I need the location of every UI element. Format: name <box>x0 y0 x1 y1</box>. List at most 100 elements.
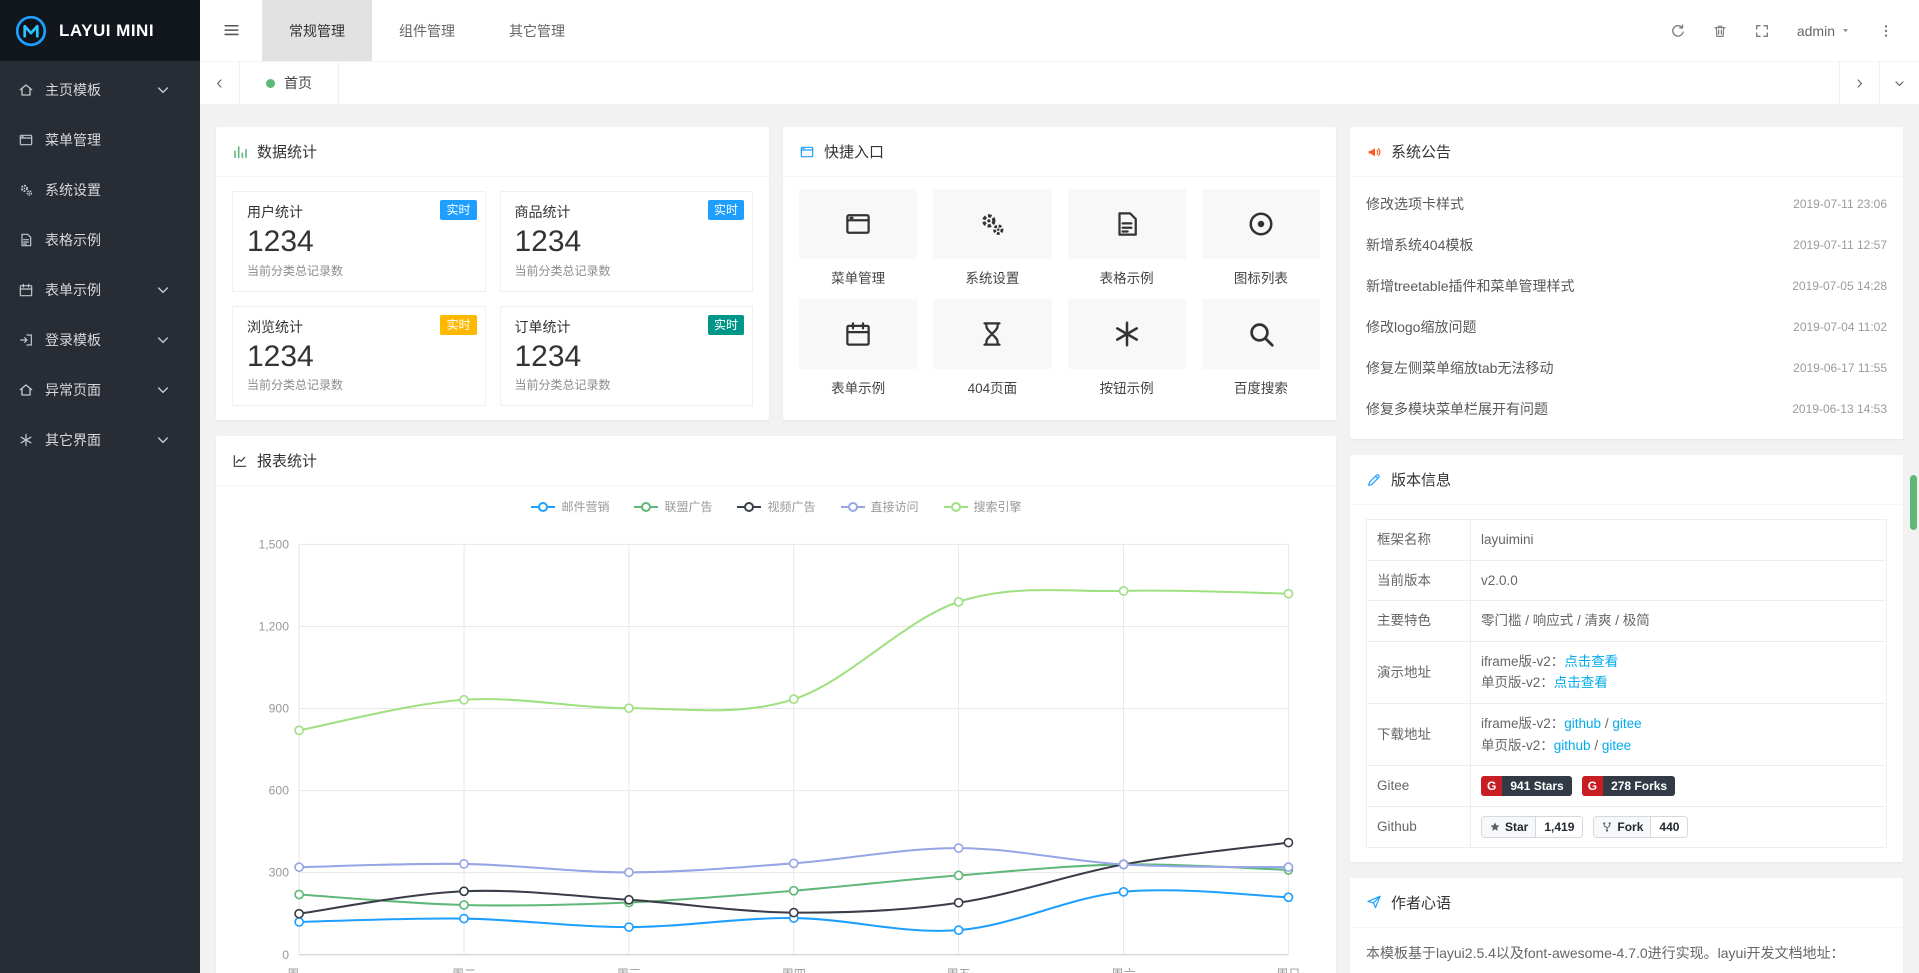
report-chart-svg: 03006009001,2001,500周一周二周三周四周五周六周日 <box>226 519 1326 973</box>
quick-iconbox <box>1202 299 1320 369</box>
version-table: 框架名称layuimini当前版本v2.0.0主要特色零门槛 / 响应式 / 清… <box>1366 519 1887 848</box>
quick-item-3[interactable]: 图标列表 <box>1202 189 1320 287</box>
legend-label: 邮件营销 <box>561 498 609 515</box>
version-label: 框架名称 <box>1367 520 1471 561</box>
sidebar-item-2[interactable]: 系统设置 <box>0 165 200 215</box>
sidebar-menu: 主页模板 菜单管理 系统设置 表格示例 表单示例 登录模板 异常页面 其它界面 <box>0 61 200 465</box>
quick-label: 菜单管理 <box>799 267 917 287</box>
notice-item[interactable]: 新增系统404模板 2019-07-11 12:57 <box>1366 224 1887 265</box>
page: LAYUI MINI 主页模板 菜单管理 系统设置 表格示例 表单示例 登录模板… <box>0 0 1919 973</box>
report-header: 报表统计 <box>216 436 1336 486</box>
github-badge[interactable]: Star1,419 <box>1481 816 1583 838</box>
refresh-button[interactable] <box>1657 0 1699 61</box>
version-value: 零门槛 / 响应式 / 清爽 / 极简 <box>1481 613 1650 628</box>
realtime-badge: 实时 <box>440 200 476 220</box>
realtime-badge: 实时 <box>440 315 476 335</box>
card-report: 报表统计 邮件营销 联盟广告 视频广告 直接访问 搜索引擎 0300600900… <box>216 436 1336 973</box>
sidebar-toggle-button[interactable] <box>200 0 262 61</box>
megaphone-icon <box>1366 144 1382 160</box>
stat-value: 1234 <box>247 338 471 376</box>
quick-item-5[interactable]: 404页面 <box>933 299 1051 397</box>
header-tab-1[interactable]: 组件管理 <box>372 0 482 61</box>
gitee-badge[interactable]: G941 Stars <box>1481 776 1572 796</box>
tab-scroll-right-button[interactable] <box>1839 62 1879 104</box>
tab-scroll-left-button[interactable] <box>200 62 240 104</box>
fullscreen-button[interactable] <box>1741 0 1783 61</box>
active-tab-dot <box>266 79 275 88</box>
gitee-badge[interactable]: G278 Forks <box>1582 776 1675 796</box>
left-zone: 数据统计 用户统计 1234 当前分类总记录数 实时 商品统计 1234 当前分… <box>216 127 1336 973</box>
notice-item[interactable]: 新增treetable插件和菜单管理样式 2019-07-05 14:28 <box>1366 265 1887 306</box>
more-menu-button[interactable] <box>1865 0 1907 61</box>
report-chart: 03006009001,2001,500周一周二周三周四周五周六周日 <box>216 517 1336 973</box>
legend-mark-icon <box>530 501 556 513</box>
legend-item-3[interactable]: 直接访问 <box>840 498 919 515</box>
version-label: 演示地址 <box>1367 641 1471 703</box>
chevron-right-icon <box>1853 77 1866 90</box>
data-stats-title: 数据统计 <box>257 141 317 162</box>
sidebar-item-label: 菜单管理 <box>45 130 101 150</box>
quick-item-0[interactable]: 菜单管理 <box>799 189 917 287</box>
sidebar-item-7[interactable]: 其它界面 <box>0 415 200 465</box>
quick-item-2[interactable]: 表格示例 <box>1068 189 1186 287</box>
author-body: 本模板基于layui2.5.4以及font-awesome-4.7.0进行实现。… <box>1350 928 1903 973</box>
header-tab-0[interactable]: 常规管理 <box>262 0 372 61</box>
stat-desc: 当前分类总记录数 <box>247 262 471 279</box>
svg-text:0: 0 <box>282 948 289 962</box>
sidebar-item-4[interactable]: 表单示例 <box>0 265 200 315</box>
version-link-line: 单页版-v2：github / gitee <box>1481 735 1876 757</box>
version-link[interactable]: 点击查看 <box>1554 675 1608 690</box>
notice-text: 修复左侧菜单缩放tab无法移动 <box>1366 358 1553 378</box>
card-version: 版本信息 框架名称layuimini当前版本v2.0.0主要特色零门槛 / 响应… <box>1350 455 1903 862</box>
legend-item-2[interactable]: 视频广告 <box>736 498 815 515</box>
sidebar-item-0[interactable]: 主页模板 <box>0 65 200 115</box>
legend-mark-icon <box>943 501 969 513</box>
quick-item-1[interactable]: 系统设置 <box>933 189 1051 287</box>
quick-item-4[interactable]: 表单示例 <box>799 299 917 397</box>
notice-text: 修改logo缩放问题 <box>1366 317 1476 337</box>
quick-grid: 菜单管理 系统设置 表格示例 图标列表 表单示例 404页面 按钮示例 百度搜索 <box>783 177 1336 409</box>
svg-text:600: 600 <box>269 784 290 798</box>
legend-item-4[interactable]: 搜索引擎 <box>943 498 1022 515</box>
github-badge[interactable]: Fork440 <box>1593 816 1688 838</box>
chevron-down-icon <box>155 332 171 348</box>
version-link[interactable]: 点击查看 <box>1564 654 1618 669</box>
chevron-down-icon <box>155 432 171 448</box>
notice-item[interactable]: 修复左侧菜单缩放tab无法移动 2019-06-17 11:55 <box>1366 347 1887 388</box>
clear-cache-button[interactable] <box>1699 0 1741 61</box>
sidebar-item-6[interactable]: 异常页面 <box>0 365 200 415</box>
version-link[interactable]: gitee <box>1612 716 1641 731</box>
stat-desc: 当前分类总记录数 <box>515 376 739 393</box>
author-text: 本模板基于layui2.5.4以及font-awesome-4.7.0进行实现。… <box>1366 945 1844 961</box>
version-row: 当前版本v2.0.0 <box>1367 560 1887 601</box>
sidebar-item-1[interactable]: 菜单管理 <box>0 115 200 165</box>
home-icon <box>18 382 34 398</box>
notice-item[interactable]: 修复多模块菜单栏展开有问题 2019-06-13 14:53 <box>1366 388 1887 429</box>
legend-label: 联盟广告 <box>664 498 712 515</box>
quick-item-6[interactable]: 按钮示例 <box>1068 299 1186 397</box>
version-link[interactable]: github <box>1564 716 1601 731</box>
main-area: 常规管理组件管理其它管理 admin 首页 <box>200 0 1919 973</box>
notice-item[interactable]: 修改logo缩放问题 2019-07-04 11:02 <box>1366 306 1887 347</box>
author-header: 作者心语 <box>1350 878 1903 928</box>
notice-text: 新增treetable插件和菜单管理样式 <box>1366 276 1574 296</box>
version-link[interactable]: github <box>1554 738 1591 753</box>
refresh-icon <box>1670 23 1686 39</box>
user-menu[interactable]: admin <box>1783 23 1865 39</box>
tab-operations-button[interactable] <box>1879 62 1919 104</box>
legend-item-1[interactable]: 联盟广告 <box>633 498 712 515</box>
quick-item-7[interactable]: 百度搜索 <box>1202 299 1320 397</box>
header-tab-2[interactable]: 其它管理 <box>482 0 592 61</box>
quick-entry-header: 快捷入口 <box>783 127 1336 177</box>
version-body: 框架名称layuimini当前版本v2.0.0主要特色零门槛 / 响应式 / 清… <box>1350 505 1903 862</box>
realtime-badge: 实时 <box>708 315 744 335</box>
notice-item[interactable]: 修改选项卡样式 2019-07-11 23:06 <box>1366 183 1887 224</box>
logo[interactable]: LAYUI MINI <box>0 0 200 61</box>
version-link[interactable]: gitee <box>1602 738 1631 753</box>
tab-home[interactable]: 首页 <box>240 62 339 104</box>
scrollbar-thumb[interactable] <box>1910 475 1917 530</box>
sidebar-item-5[interactable]: 登录模板 <box>0 315 200 365</box>
svg-text:周二: 周二 <box>452 967 476 973</box>
sidebar-item-3[interactable]: 表格示例 <box>0 215 200 265</box>
legend-item-0[interactable]: 邮件营销 <box>530 498 609 515</box>
